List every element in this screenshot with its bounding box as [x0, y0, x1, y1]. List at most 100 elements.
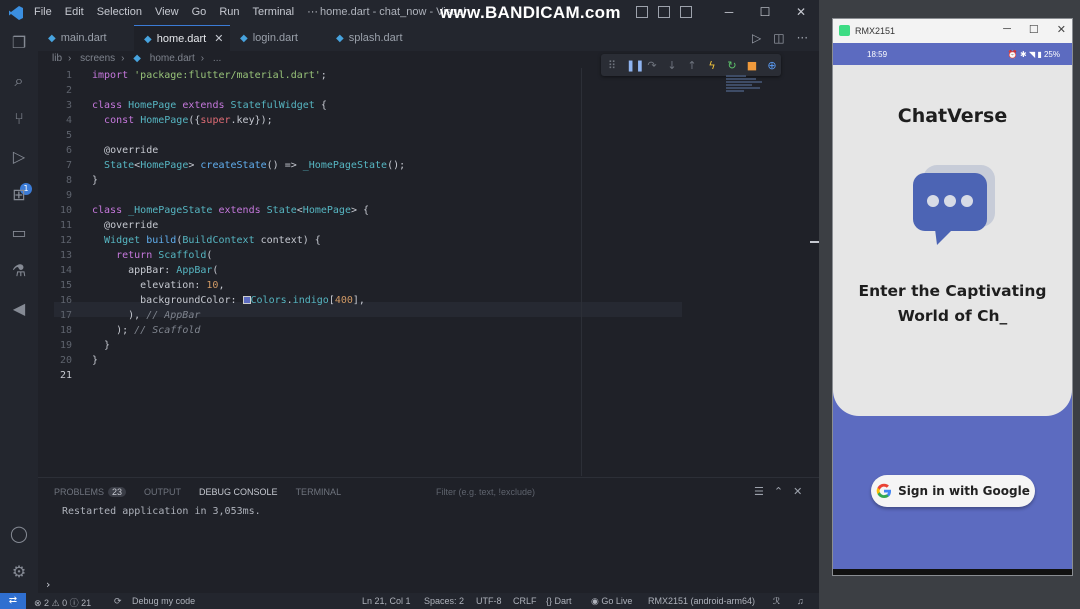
remote-explorer-icon[interactable]: ▭ [9, 223, 29, 243]
line-number: 3 [65, 100, 72, 111]
account-icon[interactable]: ◯ [9, 524, 29, 544]
close-icon[interactable]: ✕ [783, 0, 819, 25]
drag-handle-icon[interactable]: ⠿ [606, 59, 618, 72]
console-filter-input[interactable]: Filter (e.g. text, !exclude) [436, 487, 535, 497]
toggle-panel-icon[interactable] [636, 6, 648, 18]
code-editor[interactable]: 1 2 3 4 5 6 7 8 9 10 11 12 13 14 15 16 17 18 19 20 21 import… [38, 68, 581, 476]
tab-terminal[interactable]: TERMINAL [296, 487, 342, 497]
tab-debug-console[interactable]: DEBUG CONSOLE [199, 487, 278, 497]
google-logo-icon [876, 483, 892, 498]
close-panel-icon[interactable]: ✕ [793, 485, 802, 498]
menu-bar: File Edit Selection View Go Run Terminal… [34, 6, 331, 18]
notifications-bell-icon[interactable]: ♫ [797, 596, 804, 606]
step-over-icon[interactable]: ↷ [646, 59, 658, 72]
line-number: 15 [59, 280, 72, 291]
tab-login-dart[interactable]: ◆ login.dart [230, 25, 326, 51]
debug-status[interactable]: ⟳ Debug my code [114, 596, 195, 607]
line-number: 10 [59, 205, 72, 216]
minimap[interactable] [726, 75, 766, 99]
phone-screen: 18:59 ⏰ ✱ ◥ ▮ 25% ChatVerse Enter the Ca… [833, 43, 1072, 569]
run-icon[interactable]: ▷ [752, 31, 761, 45]
maximize-icon[interactable]: ☐ [747, 0, 783, 25]
scrollbar-marker[interactable] [810, 241, 819, 243]
menu-run[interactable]: Run [219, 6, 239, 18]
close-tab-icon[interactable]: ✕ [214, 33, 223, 45]
google-signin-button[interactable]: Sign in with Google [871, 475, 1035, 507]
toggle-sidebar-icon[interactable] [658, 6, 670, 18]
breadcrumb-lib[interactable]: lib [52, 53, 62, 64]
code-line: State<HomePage> createState() => _HomePa… [104, 160, 406, 171]
tab-problems[interactable]: PROBLEMS 23 [54, 487, 127, 497]
code-line: elevation: 10, [92, 280, 225, 291]
problems-count-badge: 23 [108, 487, 127, 497]
menu-more[interactable]: ··· [307, 6, 318, 18]
hot-reload-icon[interactable]: ϟ [706, 59, 718, 72]
code-line: class HomePage extends StatefulWidget { [92, 100, 327, 111]
device-selector[interactable]: RMX2151 (android-arm64) [648, 596, 755, 606]
source-control-icon[interactable]: ⑂ [9, 109, 29, 129]
breadcrumb-file[interactable]: home.dart [150, 53, 195, 64]
line-ending[interactable]: CRLF [513, 596, 537, 606]
flutter-icon[interactable]: ◀ [9, 299, 29, 319]
tab-home-dart[interactable]: ◆ home.dart ✕ [134, 25, 230, 51]
color-swatch[interactable] [242, 296, 251, 304]
line-number: 18 [59, 325, 72, 336]
go-live-button[interactable]: ◉ Go Live [591, 596, 632, 607]
run-debug-icon[interactable]: ▷ [9, 147, 29, 167]
line-number: 11 [59, 220, 72, 231]
maximize-panel-icon[interactable]: ⌃ [774, 485, 783, 498]
menu-file[interactable]: File [34, 6, 52, 18]
customize-layout-icon[interactable] [680, 6, 692, 18]
stop-icon[interactable]: ■ [746, 59, 758, 72]
title-bar: File Edit Selection View Go Run Terminal… [0, 0, 819, 25]
tab-main-dart[interactable]: ◆ main.dart [38, 25, 134, 51]
minimize-icon[interactable]: ─ [1003, 23, 1011, 36]
bottom-panel: PROBLEMS 23 OUTPUT DEBUG CONSOLE TERMINAL… [38, 477, 819, 593]
indentation[interactable]: Spaces: 2 [424, 596, 464, 606]
pause-icon[interactable]: ❚❚ [626, 59, 644, 72]
settings-gear-icon[interactable]: ⚙ [9, 562, 29, 582]
menu-edit[interactable]: Edit [65, 6, 84, 18]
encoding[interactable]: UTF-8 [476, 596, 502, 606]
extensions-icon[interactable]: ⊞ [9, 185, 29, 205]
more-actions-icon[interactable]: ··· [797, 31, 808, 45]
code-line: } [92, 355, 99, 366]
code-line: } [92, 175, 99, 186]
close-icon[interactable]: ✕ [1057, 23, 1066, 36]
line-number: 17 [59, 310, 72, 321]
cursor-position[interactable]: Ln 21, Col 1 [362, 596, 411, 606]
breadcrumb: lib › screens › ◆ home.dart › ... [52, 53, 222, 64]
editor-tabs: ◆ main.dart ◆ home.dart ✕ ◆ login.dart ◆ spla… [38, 25, 819, 51]
testing-icon[interactable]: ⚗ [9, 261, 29, 281]
android-status-bar: 18:59 ⏰ ✱ ◥ ▮ 25% [833, 43, 1072, 65]
scrcpy-app-icon [839, 25, 850, 36]
breadcrumb-screens[interactable]: screens [80, 53, 115, 64]
code-content[interactable]: import 'package:flutter/material.dart'; … [92, 68, 581, 383]
tab-splash-dart[interactable]: ◆ splash.dart [326, 25, 422, 51]
console-prompt-icon[interactable]: › [46, 578, 50, 591]
step-into-icon[interactable]: ↓ [666, 59, 678, 72]
remote-indicator-icon[interactable]: ⇄ [0, 593, 26, 609]
dart-file-icon: ◆ [240, 33, 248, 44]
language-mode[interactable]: {} Dart [546, 596, 572, 606]
error-count: 2 [44, 598, 50, 608]
maximize-icon[interactable]: ☐ [1029, 23, 1039, 36]
tab-output[interactable]: OUTPUT [144, 487, 181, 497]
menu-selection[interactable]: Selection [97, 6, 142, 18]
menu-terminal[interactable]: Terminal [253, 6, 295, 18]
clear-console-icon[interactable]: ☰ [754, 485, 764, 498]
menu-go[interactable]: Go [192, 6, 207, 18]
feedback-icon[interactable]: ℛ [773, 596, 780, 607]
split-editor-icon[interactable]: ◫ [773, 31, 784, 45]
bandicam-watermark: www.BANDICAM.com [440, 3, 621, 22]
restart-icon[interactable]: ↻ [726, 59, 738, 72]
inspect-widget-icon[interactable]: ⊕ [766, 59, 778, 72]
step-out-icon[interactable]: ↑ [686, 59, 698, 72]
menu-view[interactable]: View [155, 6, 179, 18]
problems-status[interactable]: ⊗ 2 ⚠ 0 ⓘ 21 [34, 596, 91, 609]
breadcrumb-symbol[interactable]: ... [213, 53, 221, 64]
line-number: 7 [65, 160, 72, 171]
explorer-icon[interactable]: ❐ [9, 33, 29, 53]
search-icon[interactable]: ⌕ [9, 71, 29, 91]
minimize-icon[interactable]: ─ [711, 0, 747, 25]
